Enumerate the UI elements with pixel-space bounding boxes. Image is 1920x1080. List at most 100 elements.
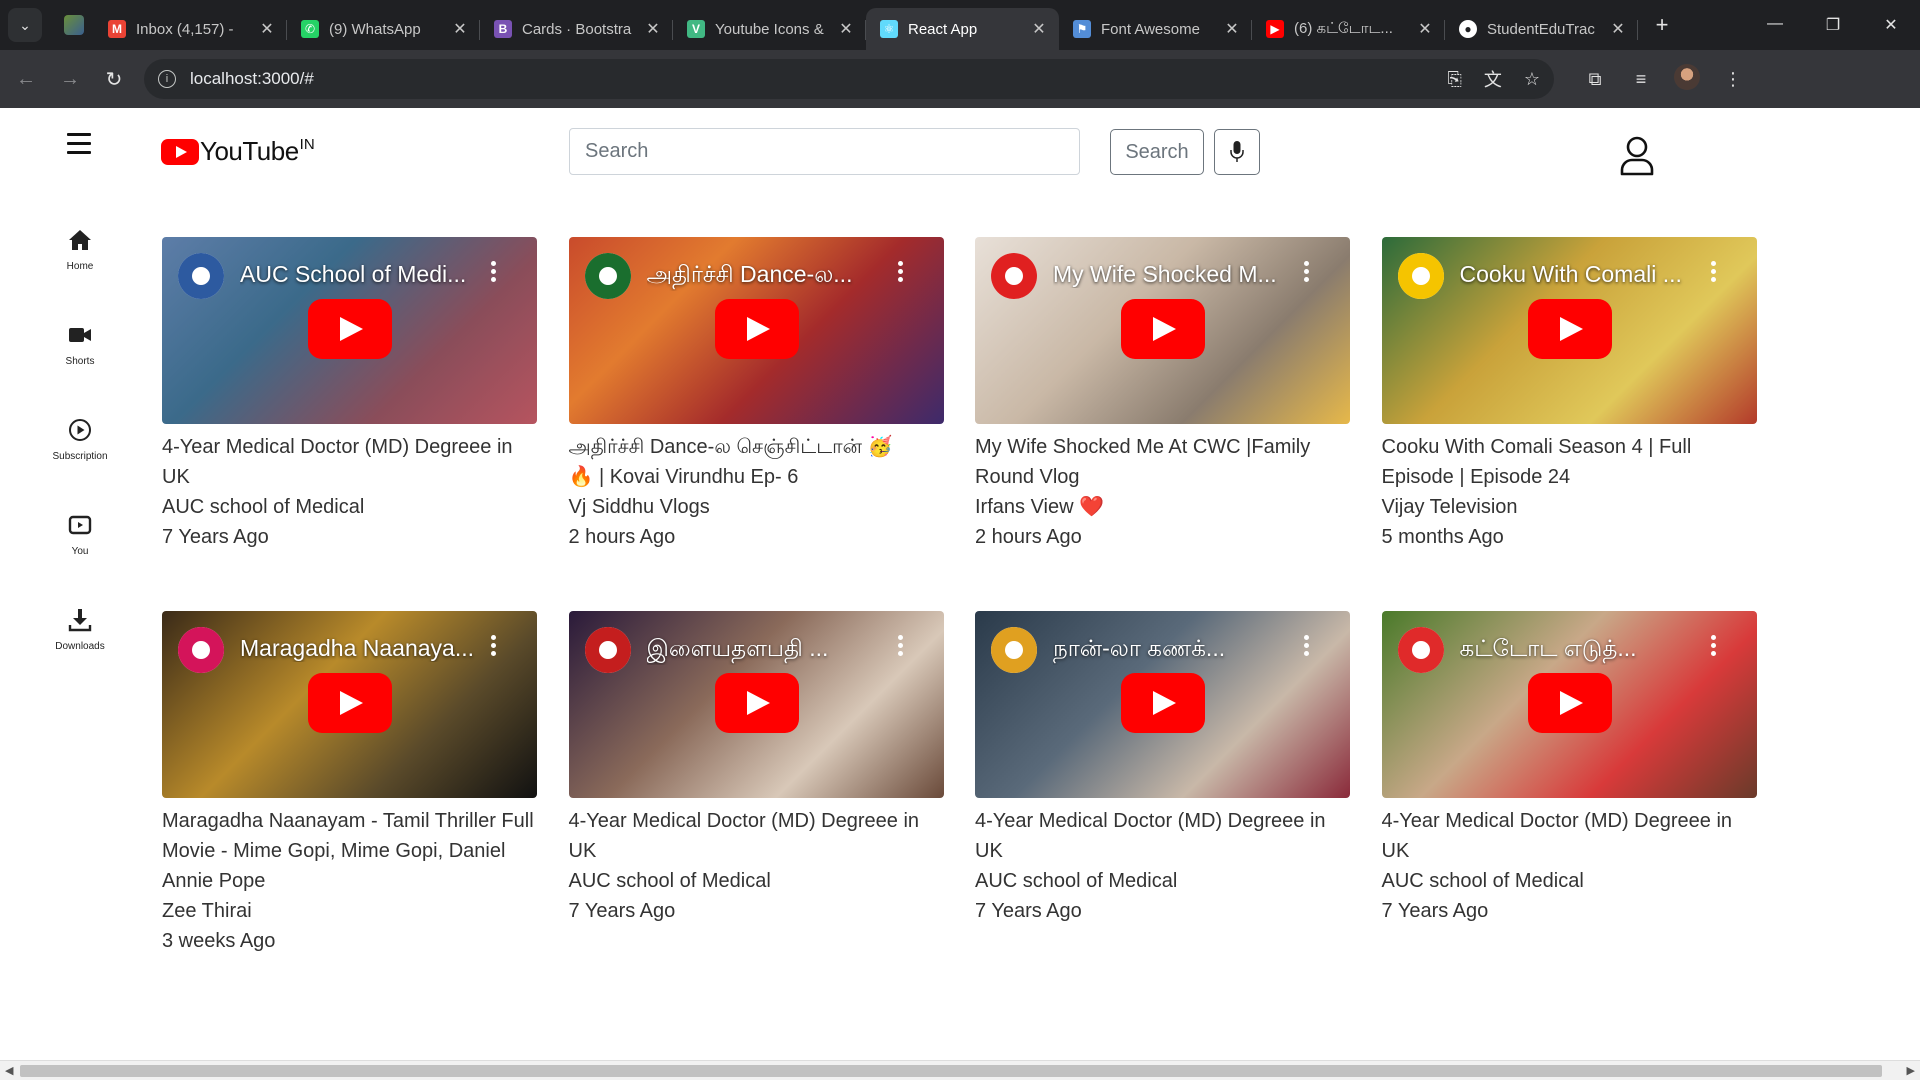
scroll-left-icon[interactable]: ◀ bbox=[5, 1064, 13, 1077]
sidebar-item-subscription[interactable]: Subscription bbox=[40, 418, 120, 513]
play-button-icon[interactable] bbox=[308, 673, 392, 733]
play-button-icon[interactable] bbox=[1121, 299, 1205, 359]
video-thumbnail[interactable]: இளையதளபதி ... bbox=[568, 611, 944, 798]
video-card[interactable]: Cooku With Comali ... Cooku With Comali S… bbox=[1381, 237, 1757, 552]
tab-favicon-icon: ⚛ bbox=[880, 20, 898, 38]
video-card[interactable]: அதிர்ச்சி Dance-ல... அதிர்ச்சி Dance-ல செ… bbox=[568, 237, 944, 552]
more-options-icon[interactable] bbox=[491, 635, 497, 657]
address-toolbar: ← → ↻ i localhost:3000/# ⎘ 文 ☆ ⧉ ≡ ⋮ bbox=[0, 50, 1920, 108]
close-tab-icon[interactable]: ✕ bbox=[257, 19, 277, 39]
channel-name[interactable]: Irfans View ❤️ bbox=[975, 492, 1350, 522]
close-tab-icon[interactable]: ✕ bbox=[643, 19, 663, 39]
new-tab-button[interactable]: + bbox=[1644, 12, 1680, 38]
browser-tab[interactable]: ⚑ Font Awesome ✕ bbox=[1059, 8, 1252, 50]
channel-name[interactable]: Vj Siddhu Vlogs bbox=[569, 492, 944, 522]
search-input[interactable] bbox=[569, 128, 1080, 175]
pinned-tab[interactable] bbox=[54, 8, 94, 42]
play-button-icon[interactable] bbox=[714, 673, 799, 733]
channel-avatar[interactable] bbox=[991, 253, 1037, 299]
video-card[interactable]: நான்-லா கணக்... 4-Year Medical Doctor (MD… bbox=[975, 611, 1350, 926]
translate-icon[interactable]: 文 bbox=[1484, 66, 1502, 92]
search-button[interactable]: Search bbox=[1110, 129, 1204, 175]
more-options-icon[interactable] bbox=[897, 635, 904, 657]
profile-avatar[interactable] bbox=[1664, 63, 1710, 95]
back-arrow-icon[interactable]: ← bbox=[8, 61, 44, 97]
video-card[interactable]: My Wife Shocked M... My Wife Shocked Me A… bbox=[975, 237, 1350, 552]
video-card[interactable]: கட்டோட எடுத்... 4-Year Medical Doctor (MD… bbox=[1381, 611, 1757, 926]
sidebar-item-shorts[interactable]: Shorts bbox=[40, 323, 120, 418]
browser-tab[interactable]: ✆ (9) WhatsApp ✕ bbox=[287, 8, 480, 50]
minimize-icon[interactable]: — bbox=[1746, 15, 1804, 35]
channel-avatar[interactable] bbox=[1397, 253, 1444, 299]
video-card[interactable]: AUC School of Medi... 4-Year Medical Doct… bbox=[162, 237, 537, 552]
video-card[interactable]: Maragadha Naanaya... Maragadha Naanayam -… bbox=[162, 611, 537, 956]
user-account-icon[interactable] bbox=[1620, 136, 1654, 176]
bookmark-star-icon[interactable]: ☆ bbox=[1524, 69, 1540, 90]
media-controls-icon[interactable]: ≡ bbox=[1618, 69, 1664, 90]
channel-name[interactable]: Vijay Television bbox=[1382, 492, 1757, 522]
browser-tab[interactable]: ⚛ React App ✕ bbox=[866, 8, 1059, 50]
channel-name[interactable]: AUC school of Medical bbox=[162, 492, 537, 522]
play-button-icon[interactable] bbox=[1527, 299, 1612, 359]
more-options-icon[interactable] bbox=[491, 261, 497, 283]
browser-tab[interactable]: V Youtube Icons & ✕ bbox=[673, 8, 866, 50]
play-button-icon[interactable] bbox=[1527, 673, 1612, 733]
play-button-icon[interactable] bbox=[714, 299, 799, 359]
channel-avatar[interactable] bbox=[178, 627, 224, 673]
play-button-icon[interactable] bbox=[1121, 673, 1205, 733]
more-options-icon[interactable] bbox=[1304, 261, 1310, 283]
thumbnail-title: Cooku With Comali ... bbox=[1459, 261, 1682, 287]
close-tab-icon[interactable]: ✕ bbox=[450, 19, 470, 39]
more-options-icon[interactable] bbox=[1710, 261, 1717, 283]
browser-tab[interactable]: ● StudentEduTrac ✕ bbox=[1445, 8, 1638, 50]
video-card[interactable]: இளையதளபதி ... 4-Year Medical Doctor (MD) … bbox=[568, 611, 944, 926]
video-thumbnail[interactable]: Cooku With Comali ... bbox=[1381, 237, 1757, 424]
video-thumbnail[interactable]: AUC School of Medi... bbox=[162, 237, 537, 424]
browser-menu-icon[interactable]: ⋮ bbox=[1710, 69, 1756, 90]
channel-avatar[interactable] bbox=[991, 627, 1037, 673]
play-button-icon[interactable] bbox=[308, 299, 392, 359]
video-thumbnail[interactable]: My Wife Shocked M... bbox=[975, 237, 1350, 424]
restore-icon[interactable]: ❐ bbox=[1804, 15, 1862, 35]
channel-name[interactable]: AUC school of Medical bbox=[975, 866, 1350, 896]
youtube-logo[interactable]: YouTube IN bbox=[161, 136, 315, 167]
more-options-icon[interactable] bbox=[1710, 635, 1717, 657]
channel-avatar[interactable] bbox=[1397, 627, 1444, 673]
scroll-right-icon[interactable]: ▶ bbox=[1907, 1064, 1915, 1077]
address-bar[interactable]: i localhost:3000/# ⎘ 文 ☆ bbox=[144, 59, 1554, 99]
close-tab-icon[interactable]: ✕ bbox=[1415, 19, 1435, 39]
video-thumbnail[interactable]: Maragadha Naanaya... bbox=[162, 611, 537, 798]
channel-avatar[interactable] bbox=[584, 627, 631, 673]
channel-name[interactable]: AUC school of Medical bbox=[1382, 866, 1757, 896]
hamburger-menu-icon[interactable] bbox=[67, 133, 91, 155]
close-tab-icon[interactable]: ✕ bbox=[836, 19, 856, 39]
channel-name[interactable]: AUC school of Medical bbox=[569, 866, 944, 896]
channel-name[interactable]: Zee Thirai bbox=[162, 896, 537, 926]
sidebar-item-you[interactable]: You bbox=[40, 513, 120, 608]
tab-search-button[interactable]: ⌄ bbox=[8, 8, 42, 42]
browser-tab[interactable]: ▶ (6) கட்டோட... ✕ bbox=[1252, 8, 1445, 50]
video-thumbnail[interactable]: கட்டோட எடுத்... bbox=[1381, 611, 1757, 798]
channel-avatar[interactable] bbox=[584, 253, 631, 299]
video-thumbnail[interactable]: நான்-லா கணக்... bbox=[975, 611, 1350, 798]
close-tab-icon[interactable]: ✕ bbox=[1608, 19, 1628, 39]
reload-icon[interactable]: ↻ bbox=[96, 61, 132, 97]
browser-tab[interactable]: B Cards · Bootstra ✕ bbox=[480, 8, 673, 50]
browser-tab[interactable]: M Inbox (4,157) - ✕ bbox=[94, 8, 287, 50]
voice-search-button[interactable] bbox=[1214, 129, 1260, 175]
extensions-icon[interactable]: ⧉ bbox=[1572, 69, 1618, 90]
horizontal-scrollbar[interactable]: ◀ ▶ bbox=[0, 1060, 1920, 1080]
more-options-icon[interactable] bbox=[897, 261, 904, 283]
video-thumbnail[interactable]: அதிர்ச்சி Dance-ல... bbox=[568, 237, 944, 424]
close-tab-icon[interactable]: ✕ bbox=[1029, 19, 1049, 39]
scrollbar-thumb[interactable] bbox=[20, 1065, 1882, 1077]
forward-arrow-icon[interactable]: → bbox=[52, 61, 88, 97]
sidebar-item-home[interactable]: Home bbox=[40, 228, 120, 323]
channel-avatar[interactable] bbox=[178, 253, 224, 299]
close-tab-icon[interactable]: ✕ bbox=[1222, 19, 1242, 39]
install-app-icon[interactable]: ⎘ bbox=[1447, 69, 1461, 90]
more-options-icon[interactable] bbox=[1304, 635, 1310, 657]
site-info-icon[interactable]: i bbox=[158, 70, 176, 88]
sidebar-item-downloads[interactable]: Downloads bbox=[40, 608, 120, 703]
close-window-icon[interactable]: ✕ bbox=[1862, 15, 1920, 35]
